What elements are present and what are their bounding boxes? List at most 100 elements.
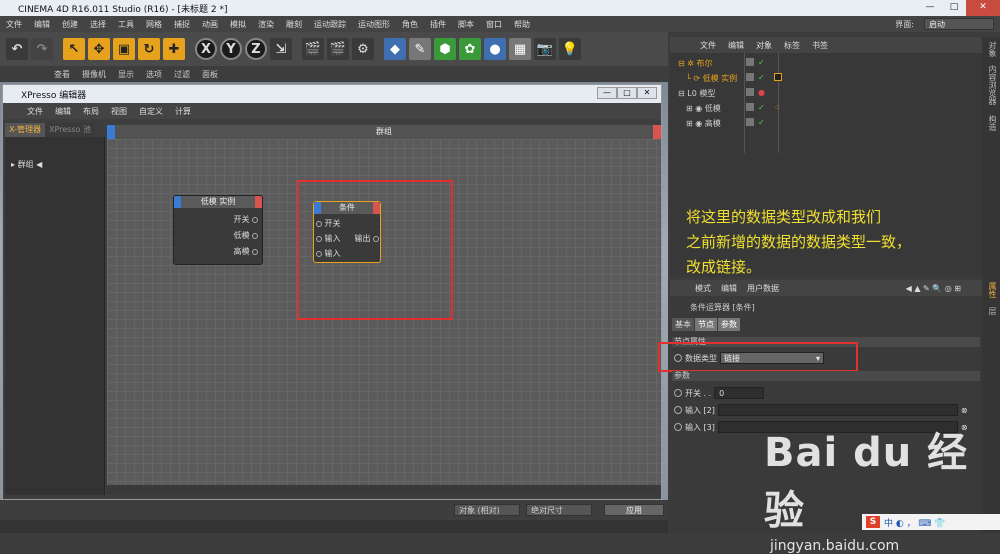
menu-sculpt[interactable]: 雕刻 <box>280 19 308 30</box>
material-tag-icon[interactable]: ⁘ <box>774 103 782 112</box>
light-icon[interactable]: 💡 <box>559 38 581 60</box>
menu-motion-tracking[interactable]: 运动跟踪 <box>308 19 352 30</box>
viewport-menu-display[interactable]: 显示 <box>112 69 140 80</box>
menu-mesh[interactable]: 网格 <box>140 19 168 30</box>
visibility-toggle-icon[interactable] <box>746 103 754 111</box>
visibility-toggle-icon[interactable] <box>746 58 754 66</box>
floor-icon[interactable]: ▦ <box>509 38 531 60</box>
attr-menu-mode[interactable]: 模式 <box>690 283 716 294</box>
object-row-boole[interactable]: ⊟ ✲ 布尔 ✓ <box>670 56 982 70</box>
xpresso-node-canvas[interactable]: 低模 实例 开关 低模 高模 条件 开关 输入 输入 输出 <box>107 139 661 485</box>
z-axis-icon[interactable]: Z <box>245 38 267 60</box>
attr-menu-edit[interactable]: 编辑 <box>716 283 742 294</box>
input2-radio[interactable] <box>674 406 682 414</box>
xpresso-maximize-button[interactable]: □ <box>617 87 637 99</box>
cloner-icon[interactable]: ✿ <box>459 38 481 60</box>
select-cursor-icon[interactable]: ↖ <box>63 38 85 60</box>
maximize-button[interactable]: □ <box>942 0 966 16</box>
om-menu-object[interactable]: 对象 <box>750 40 778 51</box>
om-menu-bookmarks[interactable]: 书签 <box>806 40 834 51</box>
visibility-toggle-icon[interactable] <box>746 88 754 96</box>
attr-tab-node[interactable]: 节点 <box>695 318 717 331</box>
node1-port-lowpoly[interactable]: 低模 <box>233 230 258 241</box>
xpresso-tag-icon[interactable] <box>774 73 782 81</box>
switch-field[interactable]: 0 <box>714 387 765 399</box>
xpresso-menu-calculate[interactable]: 计算 <box>169 106 197 117</box>
nav-arrows-icon[interactable]: ◀ ▲ ✎ 🔍 ◎ ⊞ <box>901 284 966 293</box>
render-picture-viewer-icon[interactable]: 🎬 <box>327 38 349 60</box>
menu-file[interactable]: 文件 <box>0 19 28 30</box>
camera-icon[interactable]: 📷 <box>534 38 556 60</box>
node1-port-switch[interactable]: 开关 <box>233 214 258 225</box>
subdivision-icon[interactable]: ⬢ <box>434 38 456 60</box>
render-view-icon[interactable]: 🎬 <box>302 38 324 60</box>
scale-tool-icon[interactable]: ▣ <box>113 38 135 60</box>
cube-icon[interactable]: ◆ <box>384 38 406 60</box>
spline-pen-icon[interactable]: ✎ <box>409 38 431 60</box>
viewport-menu-panel[interactable]: 面板 <box>196 69 224 80</box>
tray-icons[interactable]: 中 ◐ ， ⌨ 👕 <box>884 516 946 529</box>
object-row-highpoly[interactable]: ⊞ ◉ 高模 ✓ <box>670 116 982 130</box>
viewport-menu-options[interactable]: 选项 <box>140 69 168 80</box>
xpresso-menu-custom[interactable]: 自定义 <box>133 106 169 117</box>
viewport-menu-view[interactable]: 查看 <box>48 69 76 80</box>
om-menu-file[interactable]: 文件 <box>694 40 722 51</box>
object-row-lowpoly-instance[interactable]: └ ⟳ 低模 实例 ✓ <box>670 71 982 85</box>
xpresso-menu-layout[interactable]: 布局 <box>77 106 105 117</box>
minimize-button[interactable]: — <box>918 0 942 16</box>
rotate-tool-icon[interactable]: ↻ <box>138 38 160 60</box>
visibility-toggle-icon[interactable] <box>746 73 754 81</box>
add-tool-icon[interactable]: ✚ <box>163 38 185 60</box>
attr-menu-userdata[interactable]: 用户数据 <box>742 283 784 294</box>
side-tab-attributes[interactable]: 属性 <box>984 282 998 298</box>
menu-plugins[interactable]: 插件 <box>424 19 452 30</box>
menu-create[interactable]: 创建 <box>56 19 84 30</box>
om-menu-edit[interactable]: 编辑 <box>722 40 750 51</box>
menu-tools[interactable]: 工具 <box>112 19 140 30</box>
xpresso-close-button[interactable]: ✕ <box>637 87 657 99</box>
menu-render[interactable]: 渲染 <box>252 19 280 30</box>
deformer-icon[interactable]: ● <box>484 38 506 60</box>
menu-character[interactable]: 角色 <box>396 19 424 30</box>
menu-snap[interactable]: 捕捉 <box>168 19 196 30</box>
sogou-icon[interactable]: S <box>866 516 880 528</box>
xpresso-menu-file[interactable]: 文件 <box>21 106 49 117</box>
menu-simulate[interactable]: 模拟 <box>224 19 252 30</box>
size-mode-select[interactable]: 绝对尺寸 <box>526 504 592 516</box>
menu-script[interactable]: 脚本 <box>452 19 480 30</box>
menu-help[interactable]: 帮助 <box>508 19 536 30</box>
object-row-lowpoly[interactable]: ⊞ ◉ 低模 ✓ ⁘ <box>670 101 982 115</box>
input2-field[interactable] <box>717 404 958 416</box>
undo-icon[interactable]: ↶ <box>6 38 28 60</box>
side-tab-layers[interactable]: 层 <box>984 307 998 315</box>
side-tab-objects[interactable]: 对象 <box>984 41 998 57</box>
visibility-toggle-icon[interactable] <box>746 118 754 126</box>
move-tool-icon[interactable]: ✥ <box>88 38 110 60</box>
layout-select[interactable]: 启动 <box>924 18 994 30</box>
attr-tab-basic[interactable]: 基本 <box>672 318 694 331</box>
xpresso-menu-edit[interactable]: 编辑 <box>49 106 77 117</box>
xpresso-menu-view[interactable]: 视图 <box>105 106 133 117</box>
redo-icon[interactable]: ↷ <box>31 38 53 60</box>
node-lowpoly-instance[interactable]: 低模 实例 开关 低模 高模 <box>173 195 263 265</box>
tab-xpresso-pool[interactable]: XPresso 池 <box>44 123 95 137</box>
attr-tab-params[interactable]: 参数 <box>718 318 740 331</box>
tab-x-manager[interactable]: X-管理器 <box>5 123 45 137</box>
input3-radio[interactable] <box>674 423 682 431</box>
side-tab-content-browser[interactable]: 内容浏览器 <box>984 65 998 105</box>
menu-animate[interactable]: 动画 <box>196 19 224 30</box>
y-axis-icon[interactable]: Y <box>220 38 242 60</box>
tree-item-group[interactable]: ▸ 群组 ◀ <box>11 159 42 170</box>
switch-radio[interactable] <box>674 389 682 397</box>
xpresso-minimize-button[interactable]: — <box>597 87 617 99</box>
coord-mode-select[interactable]: 对象 (相对) <box>454 504 520 516</box>
link-pick-icon[interactable]: ⊗ <box>961 406 968 415</box>
menu-select[interactable]: 选择 <box>84 19 112 30</box>
render-settings-icon[interactable]: ⚙ <box>352 38 374 60</box>
menu-mograph[interactable]: 运动图形 <box>352 19 396 30</box>
om-menu-tags[interactable]: 标签 <box>778 40 806 51</box>
object-row-model[interactable]: ⊟ L0 模型 ● <box>670 86 982 100</box>
x-axis-icon[interactable]: X <box>195 38 217 60</box>
viewport-menu-cameras[interactable]: 摄像机 <box>76 69 112 80</box>
canvas-scrollbar[interactable] <box>107 485 661 495</box>
